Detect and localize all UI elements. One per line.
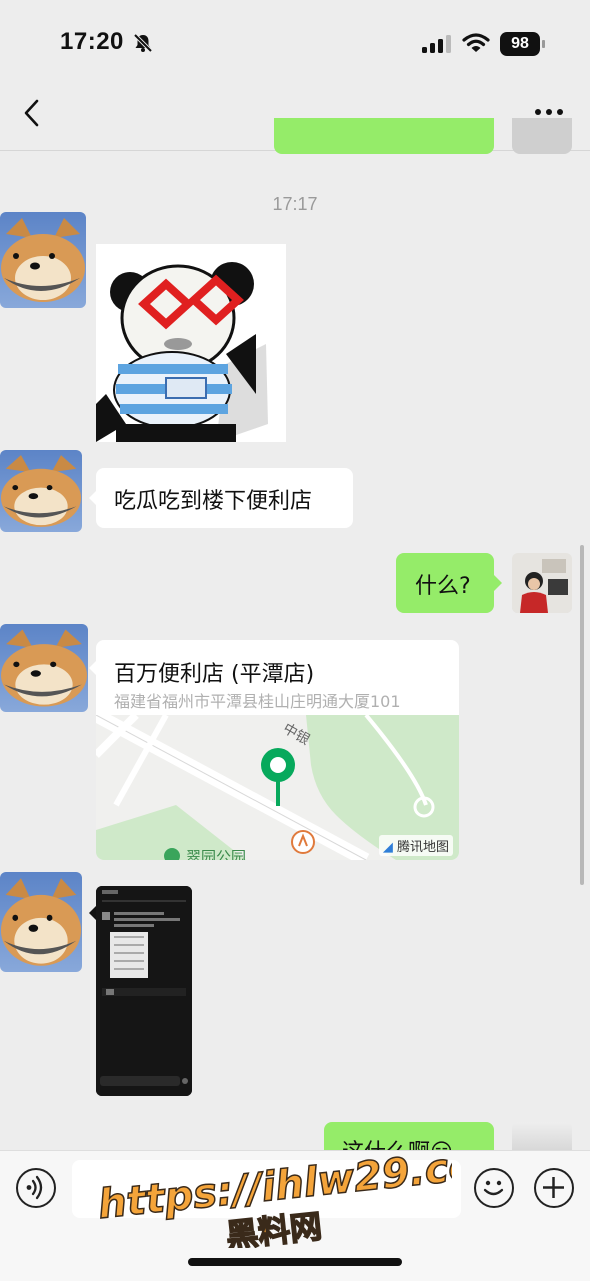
message-text: 什么? <box>415 574 471 599</box>
chevron-left-icon[interactable] <box>20 98 44 128</box>
shiba-avatar-image <box>1 629 87 707</box>
emoji-icon <box>483 1180 504 1196</box>
location-address: 福建省福州市平潭县桂山庄明通大厦101 <box>114 692 401 711</box>
screenshot-image[interactable] <box>96 886 192 1096</box>
home-indicator[interactable] <box>188 1258 402 1266</box>
watermark-logo: https://ihlw29.com 黑料网 <box>95 1138 452 1248</box>
bell-muted-icon <box>133 33 153 53</box>
message-timestamp: 17:17 <box>272 194 318 214</box>
scroll-indicator[interactable] <box>580 545 584 885</box>
map-provider-text: 腾讯地图 <box>396 840 449 855</box>
screenshot-preview <box>96 886 192 1096</box>
bubble-tail <box>89 490 97 506</box>
add-button[interactable] <box>534 1168 574 1208</box>
sent-message-bubble[interactable]: 什么? <box>396 553 494 613</box>
received-message-bubble[interactable]: 吃瓜吃到楼下便利店 <box>96 468 353 528</box>
wifi-icon <box>462 33 490 52</box>
battery-tip <box>542 40 545 48</box>
panda-sticker-icon <box>96 244 286 442</box>
previous-message-bubble[interactable] <box>274 118 494 154</box>
bubble-tail <box>89 906 96 920</box>
map-pin-icon <box>261 748 295 806</box>
bubble-tail <box>494 575 502 591</box>
sticker-image[interactable] <box>96 244 286 442</box>
bubble-tail <box>89 660 97 676</box>
message-text: 吃瓜吃到楼下便利店 <box>114 489 313 514</box>
map-provider-label: ◢ 腾讯地图 <box>378 835 453 856</box>
battery-indicator: 98 <box>500 32 540 56</box>
shiba-avatar-image <box>1 218 85 302</box>
shiba-avatar-image <box>0 455 82 527</box>
emoji-button[interactable] <box>474 1168 514 1208</box>
self-avatar[interactable] <box>512 1122 572 1150</box>
contact-avatar[interactable] <box>0 624 88 712</box>
contact-avatar[interactable] <box>0 212 86 308</box>
more-dots-icon[interactable] <box>534 106 564 118</box>
signal-icon <box>422 35 451 53</box>
contact-avatar[interactable] <box>0 872 82 972</box>
shiba-avatar-image <box>0 878 82 966</box>
voice-button[interactable] <box>16 1168 56 1208</box>
map-preview[interactable]: 中银 翠园公园 ◢ 腾讯地图 <box>96 708 459 860</box>
self-avatar[interactable] <box>512 553 572 613</box>
map-park-label: 翠园公园 <box>186 848 246 860</box>
location-card[interactable]: 百万便利店 (平潭店) 福建省福州市平潭县桂山庄明通大厦101 中银 翠园公园 … <box>96 640 459 860</box>
self-avatar-image <box>512 553 572 613</box>
self-avatar-partial[interactable] <box>512 118 572 154</box>
voice-icon <box>26 1175 43 1200</box>
location-name: 百万便利店 (平潭店) <box>114 662 315 687</box>
contact-avatar[interactable] <box>0 450 82 532</box>
status-time: 17:20 <box>60 28 124 55</box>
plus-icon <box>543 1177 564 1198</box>
